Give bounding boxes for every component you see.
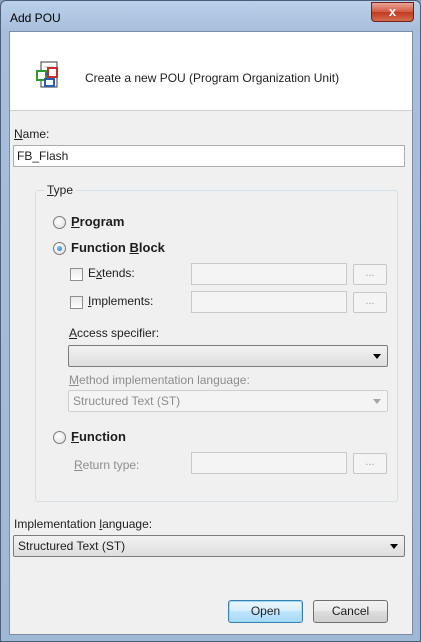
impl-language-value: Structured Text (ST): [18, 539, 126, 553]
return-type-browse-button[interactable]: ...: [353, 453, 387, 474]
extends-label[interactable]: Extends:: [88, 266, 135, 280]
extends-input[interactable]: [191, 263, 347, 285]
implements-browse-button[interactable]: ...: [353, 292, 387, 313]
chevron-down-icon: [390, 544, 398, 549]
title-bar[interactable]: Add POU x: [1, 1, 420, 31]
impl-language-label: Implementation language:: [14, 517, 153, 531]
return-type-input[interactable]: [191, 452, 347, 474]
chevron-down-icon: [373, 354, 381, 359]
name-input[interactable]: FB_Flash: [13, 145, 405, 167]
access-specifier-label: Access specifier:: [69, 326, 160, 340]
chevron-down-icon: [373, 399, 381, 404]
program-label[interactable]: Program: [71, 214, 124, 229]
pou-icon: [36, 61, 58, 88]
return-type-label: Return type:: [74, 458, 140, 472]
header-band: Create a new POU (Program Organization U…: [10, 32, 412, 111]
method-language-label: Method implementation language:: [69, 373, 250, 387]
extends-checkbox[interactable]: [70, 268, 83, 281]
access-specifier-dropdown[interactable]: [68, 345, 388, 367]
implements-checkbox[interactable]: [70, 296, 83, 309]
type-legend: Type: [44, 183, 77, 197]
function-label[interactable]: Function: [71, 429, 126, 444]
header-description: Create a new POU (Program Organization U…: [85, 71, 340, 85]
extends-browse-button[interactable]: ...: [353, 264, 387, 285]
function-block-label[interactable]: Function Block: [71, 240, 165, 255]
dialog-body: Create a new POU (Program Organization U…: [9, 31, 413, 635]
add-pou-dialog: Add POU x Create a new POU (Program Orga…: [0, 0, 421, 642]
implements-label[interactable]: Implements:: [88, 294, 153, 308]
impl-language-dropdown[interactable]: Structured Text (ST): [13, 535, 405, 557]
name-label: Name:: [14, 127, 50, 141]
method-language-dropdown[interactable]: Structured Text (ST): [68, 390, 388, 412]
function-radio[interactable]: [53, 431, 66, 444]
function-block-radio[interactable]: [53, 242, 66, 255]
window-title: Add POU: [10, 11, 61, 25]
method-language-value: Structured Text (ST): [73, 394, 181, 408]
open-button[interactable]: Open: [228, 600, 303, 623]
program-radio[interactable]: [53, 216, 66, 229]
close-button[interactable]: x: [371, 2, 414, 22]
cancel-button[interactable]: Cancel: [313, 600, 388, 623]
implements-input[interactable]: [191, 291, 347, 313]
